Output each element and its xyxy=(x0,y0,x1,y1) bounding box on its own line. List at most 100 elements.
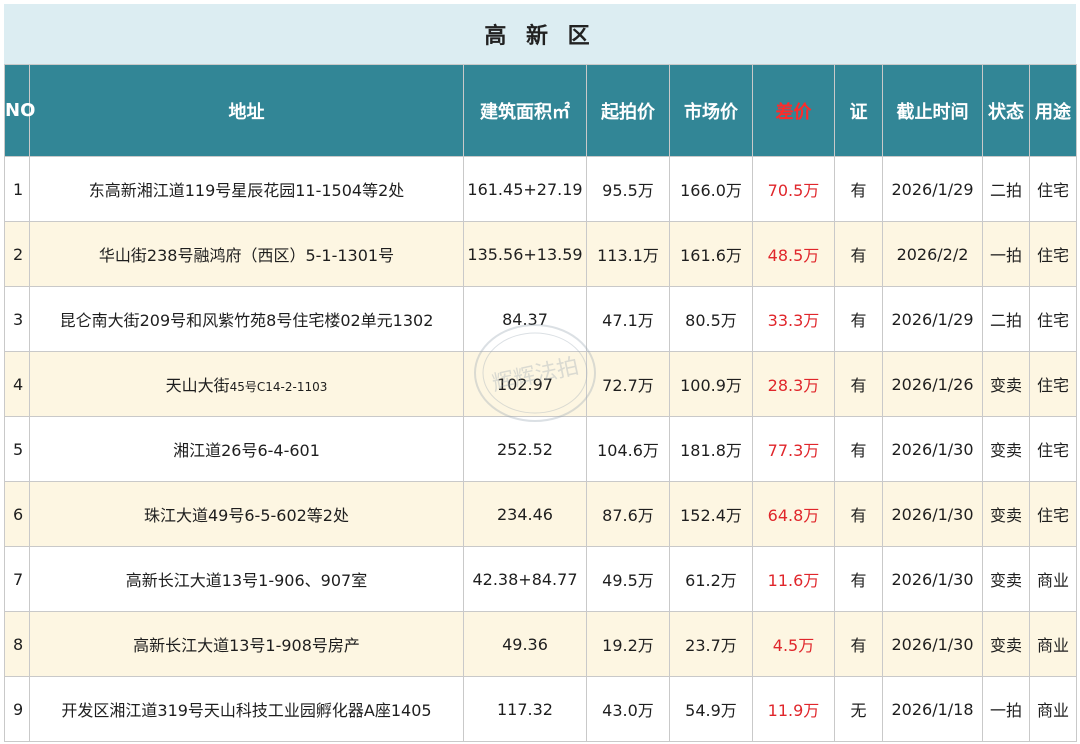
cell-diff: 11.6万 xyxy=(752,546,835,612)
cell-area: 49.36 xyxy=(463,611,587,677)
cell-address: 开发区湘江道319号天山科技工业园孵化器A座1405 xyxy=(29,676,464,742)
header-no: NO xyxy=(4,64,35,157)
header-row: NO 地址 建筑面积㎡ 起拍价 市场价 差价 证 截止时间 状态 用途 xyxy=(4,64,1077,157)
cell-market-price: 23.7万 xyxy=(669,611,753,677)
cell-market-price: 80.5万 xyxy=(669,286,753,352)
cell-status: 变卖 xyxy=(982,546,1030,612)
cell-address: 高新长江大道13号1-906、907室 xyxy=(29,546,464,612)
cell-market-price: 181.8万 xyxy=(669,416,753,482)
table-row: 5 湘江道26号6-4-601 252.52 104.6万 181.8万 77.… xyxy=(4,416,1077,482)
header-diff: 差价 xyxy=(752,64,835,157)
cell-status: 变卖 xyxy=(982,481,1030,547)
cell-deadline: 2026/1/30 xyxy=(882,481,983,547)
cell-deadline: 2026/2/2 xyxy=(882,221,983,287)
cell-market-price: 100.9万 xyxy=(669,351,753,417)
cell-diff: 77.3万 xyxy=(752,416,835,482)
table-title: 高 新 区 xyxy=(4,4,1076,64)
cell-area: 252.52 xyxy=(463,416,587,482)
table-row: 7 高新长江大道13号1-906、907室 42.38+84.77 49.5万 … xyxy=(4,546,1077,612)
cell-no: 2 xyxy=(4,221,30,287)
cell-market-price: 161.6万 xyxy=(669,221,753,287)
cell-cert: 有 xyxy=(834,546,883,612)
cell-diff: 33.3万 xyxy=(752,286,835,352)
header-start-price: 起拍价 xyxy=(586,64,670,157)
table-row: 1 东高新湘江道119号星辰花园11-1504等2处 161.45+27.19 … xyxy=(4,156,1077,222)
cell-market-price: 54.9万 xyxy=(669,676,753,742)
cell-address-main: 天山大街 xyxy=(165,376,230,395)
cell-cert: 有 xyxy=(834,481,883,547)
header-cert: 证 xyxy=(834,64,883,157)
cell-status: 二拍 xyxy=(982,286,1030,352)
table-row: 9 开发区湘江道319号天山科技工业园孵化器A座1405 117.32 43.0… xyxy=(4,676,1077,742)
header-status: 状态 xyxy=(982,64,1030,157)
cell-address: 高新长江大道13号1-908号房产 xyxy=(29,611,464,677)
header-address: 地址 xyxy=(29,64,464,157)
cell-address: 天山大街45号C14-2-1103 xyxy=(29,351,464,417)
cell-address-detail: 45号C14-2-1103 xyxy=(229,380,328,394)
cell-address: 东高新湘江道119号星辰花园11-1504等2处 xyxy=(29,156,464,222)
header-usage: 用途 xyxy=(1029,64,1077,157)
header-deadline: 截止时间 xyxy=(882,64,983,157)
cell-market-price: 61.2万 xyxy=(669,546,753,612)
cell-area: 117.32 xyxy=(463,676,587,742)
cell-diff: 48.5万 xyxy=(752,221,835,287)
cell-start-price: 113.1万 xyxy=(586,221,670,287)
cell-no: 8 xyxy=(4,611,30,677)
cell-deadline: 2026/1/30 xyxy=(882,611,983,677)
cell-status: 变卖 xyxy=(982,611,1030,677)
cell-deadline: 2026/1/26 xyxy=(882,351,983,417)
cell-address: 珠江大道49号6-5-602等2处 xyxy=(29,481,464,547)
header-market-price: 市场价 xyxy=(669,64,753,157)
cell-diff: 4.5万 xyxy=(752,611,835,677)
cell-no: 6 xyxy=(4,481,30,547)
cell-status: 二拍 xyxy=(982,156,1030,222)
cell-diff: 64.8万 xyxy=(752,481,835,547)
table-row: 8 高新长江大道13号1-908号房产 49.36 19.2万 23.7万 4.… xyxy=(4,611,1077,677)
cell-status: 一拍 xyxy=(982,676,1030,742)
header-area: 建筑面积㎡ xyxy=(463,64,587,157)
cell-usage: 住宅 xyxy=(1029,416,1077,482)
cell-diff: 28.3万 xyxy=(752,351,835,417)
table-row: 3 昆仑南大街209号和风紫竹苑8号住宅楼02单元1302 84.37 47.1… xyxy=(4,286,1077,352)
cell-cert: 有 xyxy=(834,351,883,417)
cell-status: 变卖 xyxy=(982,351,1030,417)
cell-address: 湘江道26号6-4-601 xyxy=(29,416,464,482)
cell-area: 161.45+27.19 xyxy=(463,156,587,222)
cell-usage: 商业 xyxy=(1029,546,1077,612)
cell-cert: 无 xyxy=(834,676,883,742)
cell-usage: 商业 xyxy=(1029,611,1077,677)
cell-deadline: 2026/1/29 xyxy=(882,156,983,222)
cell-cert: 有 xyxy=(834,156,883,222)
cell-start-price: 72.7万 xyxy=(586,351,670,417)
cell-usage: 住宅 xyxy=(1029,286,1077,352)
cell-cert: 有 xyxy=(834,416,883,482)
cell-start-price: 43.0万 xyxy=(586,676,670,742)
cell-deadline: 2026/1/18 xyxy=(882,676,983,742)
cell-deadline: 2026/1/30 xyxy=(882,546,983,612)
cell-market-price: 166.0万 xyxy=(669,156,753,222)
cell-start-price: 49.5万 xyxy=(586,546,670,612)
cell-no: 3 xyxy=(4,286,30,352)
cell-market-price: 152.4万 xyxy=(669,481,753,547)
cell-start-price: 19.2万 xyxy=(586,611,670,677)
cell-no: 4 xyxy=(4,351,30,417)
cell-diff: 70.5万 xyxy=(752,156,835,222)
cell-no: 7 xyxy=(4,546,30,612)
cell-status: 一拍 xyxy=(982,221,1030,287)
cell-area: 42.38+84.77 xyxy=(463,546,587,612)
table-row: 2 华山街238号融鸿府（西区）5-1-1301号 135.56+13.59 1… xyxy=(4,221,1077,287)
cell-address: 昆仑南大街209号和风紫竹苑8号住宅楼02单元1302 xyxy=(29,286,464,352)
cell-usage: 住宅 xyxy=(1029,156,1077,222)
cell-usage: 住宅 xyxy=(1029,481,1077,547)
cell-usage: 住宅 xyxy=(1029,351,1077,417)
cell-no: 5 xyxy=(4,416,30,482)
cell-usage: 商业 xyxy=(1029,676,1077,742)
cell-deadline: 2026/1/30 xyxy=(882,416,983,482)
cell-start-price: 104.6万 xyxy=(586,416,670,482)
cell-area: 102.97 xyxy=(463,351,587,417)
cell-area: 84.37 xyxy=(463,286,587,352)
cell-area: 135.56+13.59 xyxy=(463,221,587,287)
cell-status: 变卖 xyxy=(982,416,1030,482)
table-row: 6 珠江大道49号6-5-602等2处 234.46 87.6万 152.4万 … xyxy=(4,481,1077,547)
cell-start-price: 95.5万 xyxy=(586,156,670,222)
